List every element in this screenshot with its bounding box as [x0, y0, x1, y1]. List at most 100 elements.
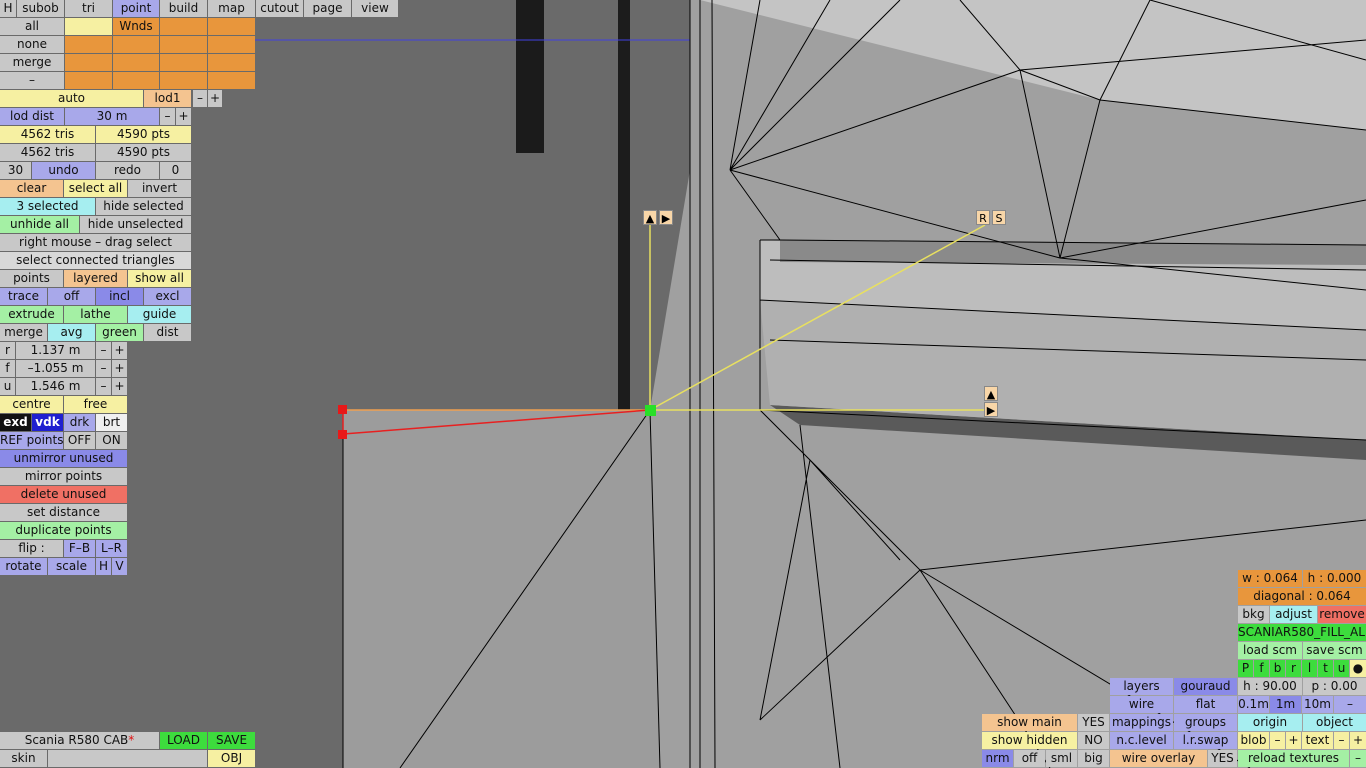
rotate-button[interactable]: rotate	[0, 558, 47, 575]
set-slot[interactable]	[113, 36, 159, 53]
set-slot[interactable]	[208, 36, 255, 53]
load-scm-button[interactable]: load scm	[1238, 642, 1302, 659]
load-button[interactable]: LOAD	[160, 732, 207, 749]
show-hidden-no[interactable]: NO	[1078, 732, 1109, 749]
lr-swap-button[interactable]: l.r.swap	[1174, 732, 1237, 749]
extrude-button[interactable]: extrude	[0, 306, 63, 323]
hide-selected-button[interactable]: hide selected	[96, 198, 191, 215]
gizmo-right-handle-2[interactable]: ▶	[984, 402, 998, 417]
reload-textures-button[interactable]: reload textures	[1238, 750, 1349, 767]
remove-button[interactable]: remove	[1318, 606, 1366, 623]
gizmo-rotate-handle[interactable]: R	[976, 210, 990, 225]
text-minus[interactable]: –	[1334, 732, 1349, 749]
obj-button[interactable]: OBJ	[208, 750, 255, 767]
trace-excl-button[interactable]: excl	[144, 288, 191, 305]
wire-overlay-button[interactable]: wire overlay	[1110, 750, 1207, 767]
blob-button[interactable]: blob	[1238, 732, 1269, 749]
blob-minus[interactable]: –	[1270, 732, 1285, 749]
coord-u-minus[interactable]: –	[96, 378, 111, 395]
coord-u-plus[interactable]: +	[112, 378, 127, 395]
chan-b[interactable]: b	[1270, 660, 1285, 677]
clear-button[interactable]: clear	[0, 180, 63, 197]
show-main-yes[interactable]: YES	[1078, 714, 1109, 731]
drag-select-toggle[interactable]: right mouse – drag select	[0, 234, 191, 251]
chan-f[interactable]: f	[1254, 660, 1269, 677]
step-0-1m-button[interactable]: 0.1m	[1238, 696, 1269, 713]
subtract-set-button[interactable]: –	[0, 72, 64, 89]
lod-plus-button[interactable]: +	[208, 90, 222, 107]
invert-button[interactable]: invert	[128, 180, 191, 197]
heading-readout[interactable]: h : 90.00	[1238, 678, 1302, 695]
green-button[interactable]: green	[96, 324, 143, 341]
shade-brt-button[interactable]: brt	[96, 414, 127, 431]
chan-r[interactable]: r	[1286, 660, 1301, 677]
unmirror-unused-button[interactable]: unmirror unused	[0, 450, 127, 467]
reload-minus[interactable]: –	[1350, 750, 1366, 767]
layered-button[interactable]: layered	[64, 270, 127, 287]
set-wnds[interactable]: Wnds	[113, 18, 159, 35]
undo-button[interactable]: undo	[32, 162, 95, 179]
wire-button[interactable]: wire	[1110, 696, 1173, 713]
unhide-all-button[interactable]: unhide all	[0, 216, 79, 233]
set-slot[interactable]	[160, 36, 207, 53]
shade-exd-button[interactable]: exd	[0, 414, 31, 431]
lathe-button[interactable]: lathe	[64, 306, 127, 323]
centre-button[interactable]: centre	[0, 396, 63, 413]
mappings-button[interactable]: mappings	[1110, 714, 1173, 731]
coord-value-r[interactable]: 1.137 m	[16, 342, 95, 359]
set-slot[interactable]	[208, 72, 255, 89]
tab-build[interactable]: build	[160, 0, 207, 17]
set-slot[interactable]	[65, 36, 112, 53]
coord-f-minus[interactable]: –	[96, 360, 111, 377]
trace-off-button[interactable]: off	[48, 288, 95, 305]
mirror-points-button[interactable]: mirror points	[0, 468, 127, 485]
chan-t[interactable]: t	[1318, 660, 1333, 677]
set-slot[interactable]	[113, 72, 159, 89]
trace-incl-button[interactable]: incl	[96, 288, 143, 305]
gizmo-up-handle-2[interactable]: ▲	[984, 386, 998, 401]
set-slot[interactable]	[160, 54, 207, 71]
chan-u[interactable]: u	[1334, 660, 1349, 677]
lod-dist-plus[interactable]: +	[176, 108, 191, 125]
gizmo-right-handle[interactable]: ▶	[659, 210, 673, 225]
free-button[interactable]: free	[64, 396, 127, 413]
coord-r-minus[interactable]: –	[96, 342, 111, 359]
lod1-button[interactable]: lod1	[144, 90, 191, 107]
dist-button[interactable]: dist	[144, 324, 191, 341]
lod-minus-button[interactable]: –	[193, 90, 207, 107]
ref-off-button[interactable]: OFF	[64, 432, 95, 449]
chan-p[interactable]: P	[1238, 660, 1253, 677]
set-slot[interactable]	[65, 72, 112, 89]
set-slot[interactable]	[208, 54, 255, 71]
bkg-button[interactable]: bkg	[1238, 606, 1269, 623]
big-button[interactable]: big	[1078, 750, 1109, 767]
vertex-handle[interactable]	[338, 430, 347, 439]
step-minus-button[interactable]: –	[1334, 696, 1366, 713]
nrm-button[interactable]: nrm	[982, 750, 1013, 767]
pitch-readout[interactable]: p : 0.00	[1303, 678, 1366, 695]
texture-name[interactable]: SCANIAR580_FILL_ALP	[1238, 624, 1366, 641]
set-slot[interactable]	[113, 54, 159, 71]
adjust-button[interactable]: adjust	[1270, 606, 1317, 623]
delete-unused-button[interactable]: delete unused	[0, 486, 127, 503]
shade-vdk-button[interactable]: vdk	[32, 414, 63, 431]
v-button[interactable]: V	[112, 558, 127, 575]
lod-dist-value[interactable]: 30 m	[65, 108, 159, 125]
tab-page[interactable]: page	[304, 0, 351, 17]
lod-auto-button[interactable]: auto	[0, 90, 143, 107]
guide-button[interactable]: guide	[128, 306, 191, 323]
shade-drk-button[interactable]: drk	[64, 414, 95, 431]
redo-button[interactable]: redo	[96, 162, 159, 179]
layers-button[interactable]: layers	[1110, 678, 1173, 695]
set-distance-button[interactable]: set distance	[0, 504, 127, 521]
ref-on-button[interactable]: ON	[96, 432, 127, 449]
show-all-button[interactable]: show all	[128, 270, 191, 287]
vertex-handle[interactable]	[338, 405, 347, 414]
groups-button[interactable]: groups	[1174, 714, 1237, 731]
show-hidden-button[interactable]: show hidden	[982, 732, 1077, 749]
vertex-handle-active[interactable]	[645, 405, 656, 416]
points-button[interactable]: points	[0, 270, 63, 287]
chan-dot[interactable]: ●	[1350, 660, 1366, 677]
h-button[interactable]: H	[96, 558, 111, 575]
coord-value-u[interactable]: 1.546 m	[16, 378, 95, 395]
